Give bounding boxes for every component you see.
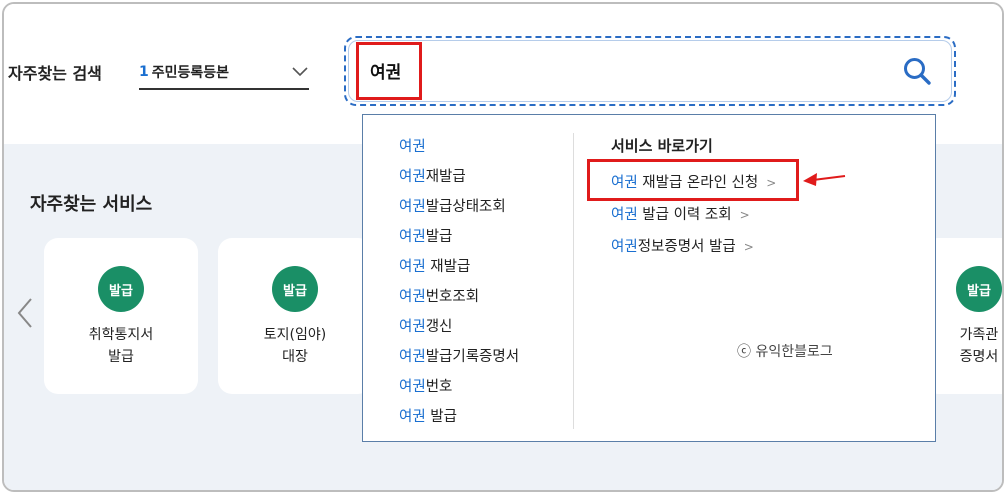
shortcut-rest: 발급 이력 조회 (637, 207, 732, 223)
search-box-inner-border (348, 40, 952, 102)
suggestion-list: 여권 여권재발급 여권발급상태조회 여권발급 여권 재발급 여권번호조회 여권갱… (399, 135, 519, 435)
issue-badge: 발급 (98, 266, 144, 312)
service-card[interactable]: 발급 토지(임야) 대장 (218, 238, 372, 394)
chevron-right-icon: > (743, 240, 754, 254)
suggestion-item[interactable]: 여권갱신 (399, 315, 519, 345)
suggestion-keyword: 여권 (399, 349, 426, 365)
suggestion-keyword: 여권 (399, 379, 426, 395)
suggestion-item[interactable]: 여권 발급 (399, 405, 519, 435)
suggestion-item[interactable]: 여권번호조회 (399, 285, 519, 315)
suggestion-keyword: 여권 (399, 259, 426, 275)
suggestion-item[interactable]: 여권재발급 (399, 165, 519, 195)
suggestion-item[interactable]: 여권 재발급 (399, 255, 519, 285)
search-box (344, 36, 956, 106)
suggestion-item[interactable]: 여권발급기록증명서 (399, 345, 519, 375)
service-card[interactable]: 발급 가족관 증명서 (924, 238, 1002, 394)
favorite-search-label: 자주찾는 검색 (8, 64, 102, 83)
search-icon[interactable] (902, 56, 932, 86)
suggestion-rest: 발급 (425, 229, 453, 245)
shortcut-keyword: 여권 (611, 207, 638, 223)
service-shortcut-list: 여권 재발급 온라인 신청 > 여권 발급 이력 조회 > 여권정보증명서 발급 > (611, 171, 776, 267)
favorite-search-value: 주민등록등본 (151, 65, 230, 81)
suggestion-item[interactable]: 여권발급 (399, 225, 519, 255)
shortcut-link-reissue-online[interactable]: 여권 재발급 온라인 신청 > (611, 171, 776, 203)
suggestion-keyword: 여권 (399, 229, 426, 245)
services-title: 자주찾는 서비스 (30, 194, 153, 215)
search-suggestion-dropdown: 여권 여권재발급 여권발급상태조회 여권발급 여권 재발급 여권번호조회 여권갱… (362, 114, 936, 442)
pointer-arrow-icon (803, 173, 846, 186)
suggestion-rest: 재발급 (425, 259, 471, 275)
suggestion-rest: 번호 (425, 379, 453, 395)
service-card[interactable]: 발급 취학통지서 발급 (44, 238, 198, 394)
suggestion-item[interactable]: 여권발급상태조회 (399, 195, 519, 225)
shortcut-rest: 정보증명서 발급 (637, 239, 736, 255)
suggestion-keyword: 여권 (399, 289, 426, 305)
suggestion-rest: 갱신 (425, 319, 453, 335)
screenshot-frame: 자주찾는 검색 1 주민등록등본 자주찾는 서비스 발급 취학통지서 발급 (2, 2, 1004, 492)
chevron-right-icon: > (739, 208, 750, 222)
blog-watermark: ⓒ 유익한블로그 (737, 344, 833, 360)
suggestion-keyword: 여권 (399, 199, 426, 215)
favorite-search-number: 1 (139, 64, 149, 80)
suggestion-rest: 발급 (425, 409, 457, 425)
service-shortcuts-title: 서비스 바로가기 (611, 137, 713, 155)
issue-badge: 발급 (272, 266, 318, 312)
shortcut-keyword: 여권 (611, 239, 638, 255)
service-card-label: 토지(임야) 대장 (263, 327, 327, 365)
chevron-right-icon: > (766, 176, 777, 190)
favorite-search-select[interactable]: 1 주민등록등본 (139, 56, 309, 90)
suggestion-item[interactable]: 여권번호 (399, 375, 519, 405)
suggestion-item[interactable]: 여권 (399, 135, 519, 165)
search-input[interactable] (356, 38, 422, 102)
service-card-label: 취학통지서 발급 (88, 327, 154, 365)
suggestion-keyword: 여권 (399, 319, 426, 335)
dropdown-divider (573, 133, 574, 429)
shortcut-keyword: 여권 (611, 175, 638, 191)
suggestion-rest: 발급상태조회 (425, 199, 506, 215)
suggestion-keyword: 여권 (399, 139, 426, 155)
shortcut-link-issue-history[interactable]: 여권 발급 이력 조회 > (611, 203, 776, 235)
suggestion-keyword: 여권 (399, 169, 426, 185)
chevron-left-icon[interactable] (14, 296, 36, 330)
chevron-down-icon (292, 67, 308, 77)
suggestion-rest: 재발급 (425, 169, 466, 185)
shortcut-link-info-certificate[interactable]: 여권정보증명서 발급 > (611, 235, 776, 267)
suggestion-rest: 발급기록증명서 (425, 349, 520, 365)
suggestion-keyword: 여권 (399, 409, 426, 425)
suggestion-rest: 번호조회 (425, 289, 480, 305)
issue-badge: 발급 (956, 266, 1002, 312)
shortcut-rest: 재발급 온라인 신청 (637, 175, 759, 191)
service-card-label: 가족관 증명서 (959, 327, 999, 365)
